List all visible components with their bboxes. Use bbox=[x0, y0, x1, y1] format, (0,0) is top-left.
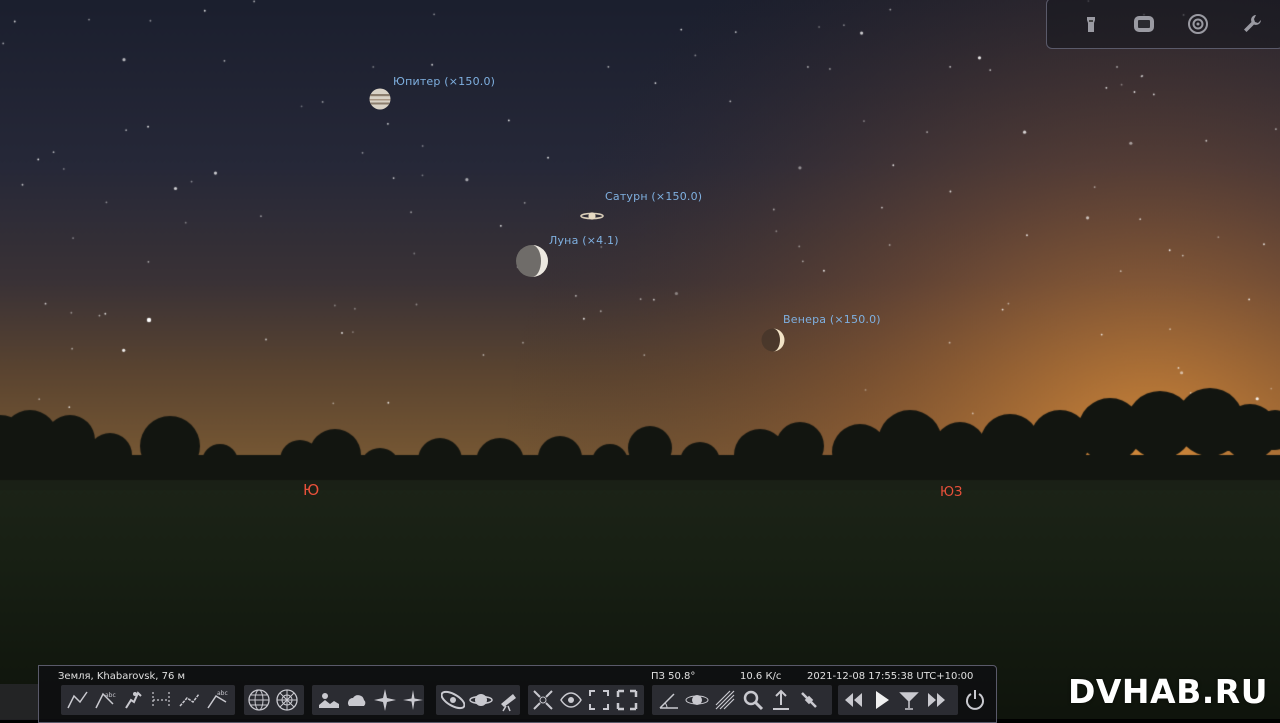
constellation-boundaries-icon[interactable] bbox=[147, 685, 175, 715]
rewind-icon[interactable] bbox=[839, 685, 867, 715]
quit-icon[interactable] bbox=[961, 685, 989, 715]
target-icon[interactable] bbox=[1185, 11, 1211, 37]
observing-list-icon[interactable] bbox=[585, 685, 613, 715]
wrench-icon[interactable] bbox=[1239, 11, 1265, 37]
satellite-icon[interactable] bbox=[795, 685, 823, 715]
cardinal-southwest: ЮЗ bbox=[940, 485, 963, 500]
fast-forward-icon[interactable] bbox=[923, 685, 951, 715]
atmosphere-icon[interactable] bbox=[343, 685, 371, 715]
screen-frame-icon[interactable] bbox=[1131, 11, 1157, 37]
svg-text:abc: abc bbox=[217, 690, 228, 697]
night-mode-icon[interactable] bbox=[767, 685, 795, 715]
saturn-planet[interactable] bbox=[580, 207, 604, 220]
bottom-bar-handle[interactable] bbox=[0, 684, 39, 720]
ground-icon[interactable] bbox=[315, 685, 343, 715]
equatorial-grid-icon[interactable] bbox=[245, 685, 273, 715]
dso-icon[interactable] bbox=[439, 685, 467, 715]
meteor-showers-icon[interactable] bbox=[711, 685, 739, 715]
fov-readout: ПЗ 50.8° bbox=[651, 671, 696, 682]
svg-text:abc: abc bbox=[105, 692, 116, 699]
cardinal-south: Ю bbox=[303, 481, 320, 499]
saturn-label: Сатурн (×150.0) bbox=[605, 190, 703, 203]
realtime-icon[interactable] bbox=[895, 685, 923, 715]
play-icon[interactable] bbox=[867, 685, 895, 715]
ocular-mode-icon[interactable] bbox=[529, 685, 557, 715]
constellation-art-icon[interactable] bbox=[119, 685, 147, 715]
angle-measure-icon[interactable] bbox=[655, 685, 683, 715]
top-toolbar bbox=[1046, 0, 1280, 49]
fps-readout: 10.6 К/с bbox=[740, 671, 782, 682]
bottom-toolbar: Земля, Khabarovsk, 76 м ПЗ 50.8° 10.6 К/… bbox=[38, 665, 997, 723]
asterism-labels-icon[interactable]: abc bbox=[203, 685, 231, 715]
search-icon[interactable] bbox=[739, 685, 767, 715]
asterism-lines-icon[interactable] bbox=[175, 685, 203, 715]
watermark: DVHAB.RU bbox=[1068, 672, 1268, 711]
nebulae-icon[interactable] bbox=[399, 685, 427, 715]
moon-label: Луна (×4.1) bbox=[549, 234, 619, 247]
satellites-icon[interactable] bbox=[557, 685, 585, 715]
cardinal-points-icon[interactable] bbox=[371, 685, 399, 715]
solar-system-icon[interactable] bbox=[683, 685, 711, 715]
datetime-readout: 2021-12-08 17:55:38 UTC+10:00 bbox=[807, 671, 974, 682]
location-readout: Земля, Khabarovsk, 76 м bbox=[58, 671, 186, 682]
venus-label: Венера (×150.0) bbox=[783, 313, 881, 326]
moon[interactable] bbox=[515, 244, 549, 278]
constellation-labels-icon[interactable]: abc bbox=[91, 685, 119, 715]
venus-planet[interactable] bbox=[761, 327, 785, 353]
jupiter-planet[interactable] bbox=[369, 88, 391, 110]
constellation-lines-icon[interactable] bbox=[63, 685, 91, 715]
jupiter-label: Юпитер (×150.0) bbox=[393, 75, 496, 88]
telescope-icon[interactable] bbox=[495, 685, 523, 715]
planet-labels-icon[interactable] bbox=[467, 685, 495, 715]
sky-view[interactable] bbox=[0, 0, 1280, 719]
ocular-icon[interactable] bbox=[1078, 11, 1104, 37]
fullscreen-icon[interactable] bbox=[613, 685, 641, 715]
azimuthal-grid-icon[interactable] bbox=[273, 685, 301, 715]
